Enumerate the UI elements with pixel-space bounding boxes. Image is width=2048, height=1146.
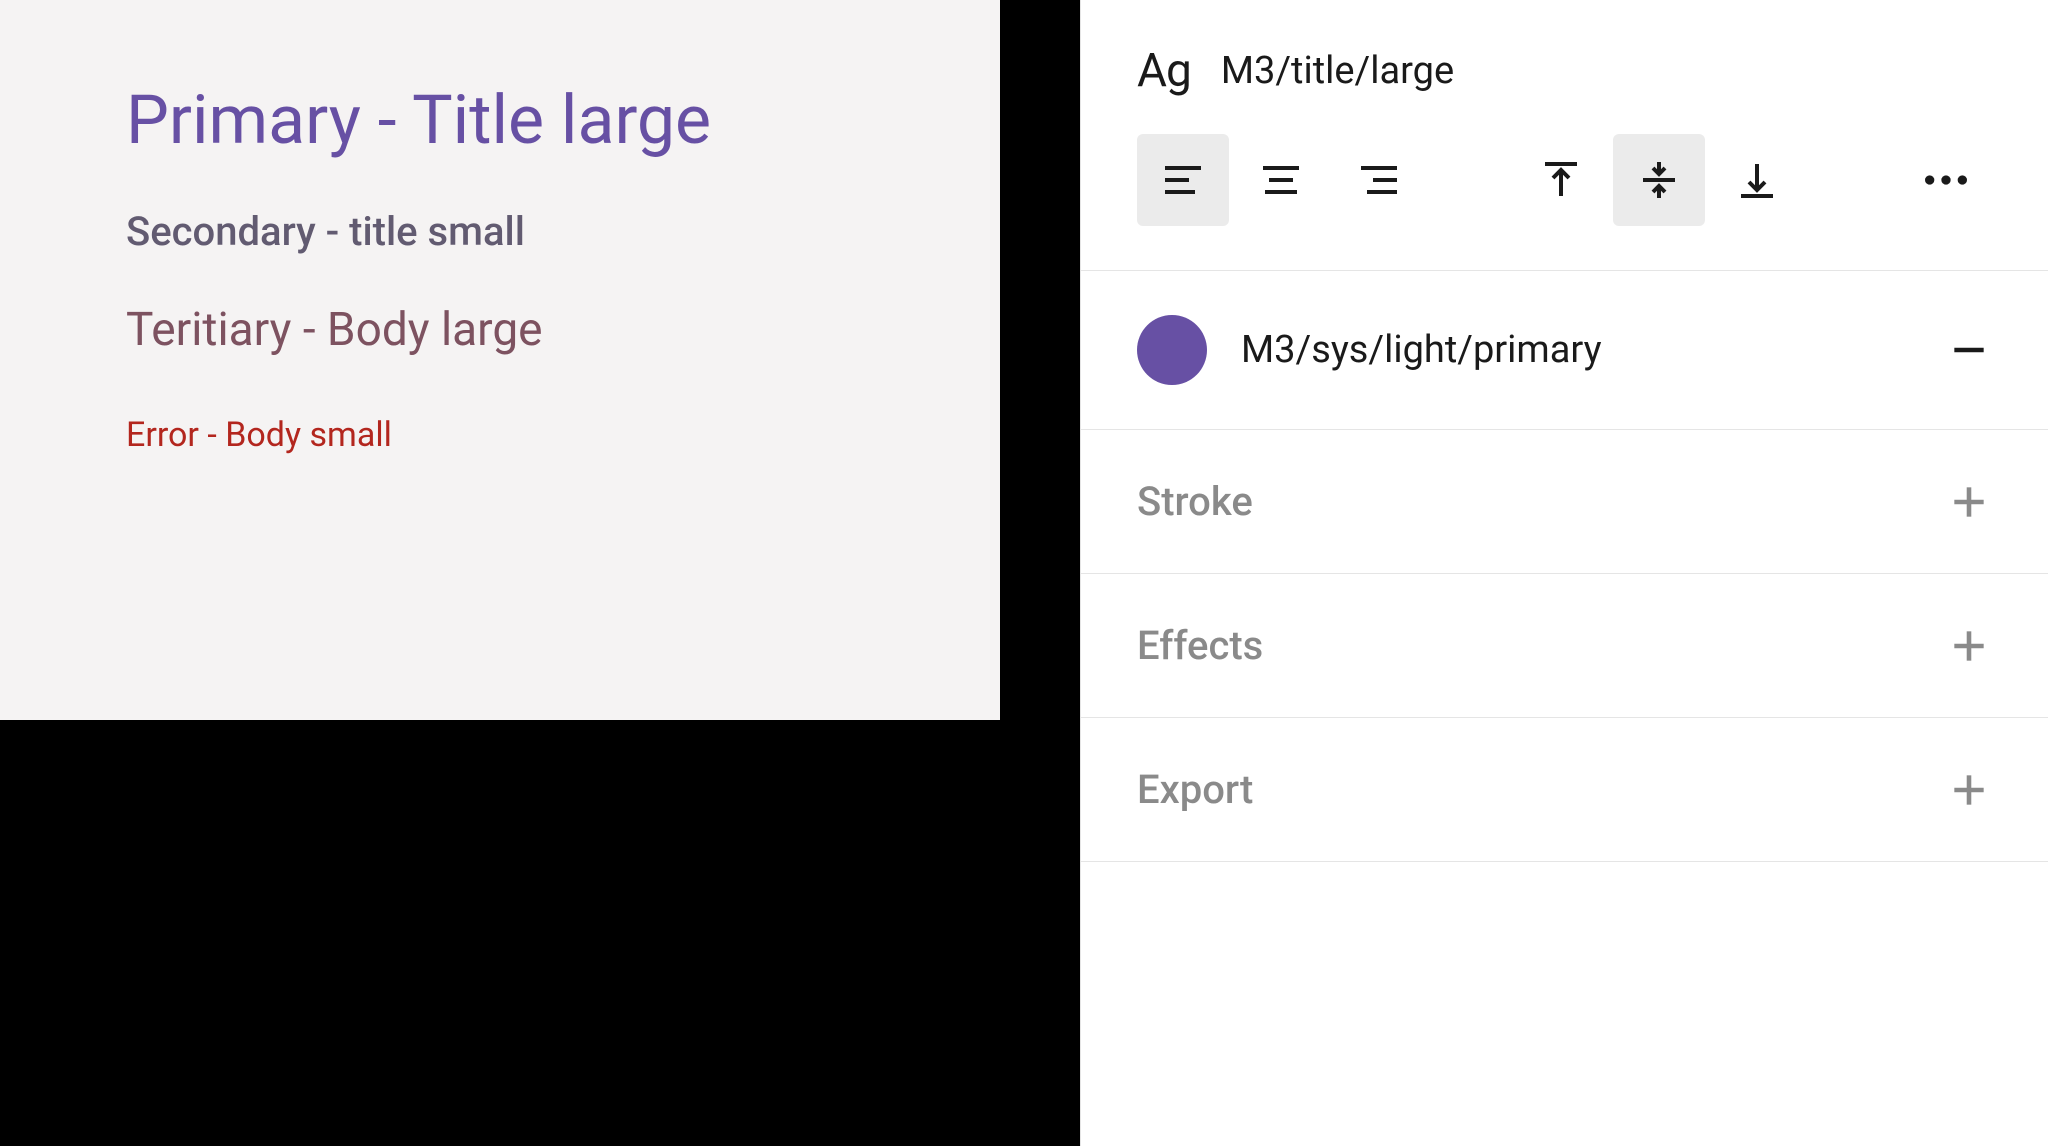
add-effect-button[interactable] [1946, 623, 1992, 669]
add-export-button[interactable] [1946, 767, 1992, 813]
vertical-align-group [1515, 134, 1803, 226]
stroke-label: Stroke [1137, 478, 1253, 525]
align-top-icon [1537, 156, 1585, 204]
fill-style-name: M3/sys/light/primary [1241, 328, 1602, 372]
text-secondary-title-small[interactable]: Secondary - title small [126, 208, 880, 255]
minus-icon [1947, 328, 1991, 372]
add-stroke-button[interactable] [1946, 479, 1992, 525]
align-bottom-icon [1733, 156, 1781, 204]
stroke-section[interactable]: Stroke [1081, 430, 2048, 574]
align-middle-button[interactable] [1613, 134, 1705, 226]
align-center-button[interactable] [1235, 134, 1327, 226]
canvas-area[interactable]: Primary - Title large Secondary - title … [0, 0, 1080, 1146]
effects-section[interactable]: Effects [1081, 574, 2048, 718]
fill-color-swatch[interactable] [1137, 315, 1207, 385]
remove-fill-button[interactable] [1946, 327, 1992, 373]
align-center-icon [1257, 156, 1305, 204]
text-style-row[interactable]: Ag M3/title/large [1137, 44, 1992, 98]
export-section[interactable]: Export [1081, 718, 2048, 862]
align-middle-icon [1635, 156, 1683, 204]
fill-section[interactable]: M3/sys/light/primary [1081, 271, 2048, 430]
text-style-section: Ag M3/title/large [1081, 0, 2048, 271]
text-error-body-small[interactable]: Error - Body small [126, 415, 880, 455]
export-label: Export [1137, 766, 1253, 813]
plus-icon [1947, 624, 1991, 668]
align-left-icon [1159, 156, 1207, 204]
align-bottom-button[interactable] [1711, 134, 1803, 226]
type-settings-button[interactable] [1900, 134, 1992, 226]
alignment-controls [1137, 134, 1992, 226]
effects-label: Effects [1137, 622, 1263, 669]
align-right-icon [1355, 156, 1403, 204]
horizontal-align-group [1137, 134, 1425, 226]
align-top-button[interactable] [1515, 134, 1607, 226]
text-tertiary-body-large[interactable]: Teritiary - Body large [126, 303, 880, 357]
typography-icon: Ag [1137, 44, 1191, 98]
text-style-name: M3/title/large [1221, 49, 1454, 93]
align-right-button[interactable] [1333, 134, 1425, 226]
inspector-panel: Ag M3/title/large [1080, 0, 2048, 1146]
canvas-frame[interactable]: Primary - Title large Secondary - title … [0, 0, 1000, 720]
plus-icon [1947, 768, 1991, 812]
more-horizontal-icon [1918, 152, 1974, 208]
align-left-button[interactable] [1137, 134, 1229, 226]
plus-icon [1947, 480, 1991, 524]
text-primary-title-large[interactable]: Primary - Title large [126, 80, 880, 162]
